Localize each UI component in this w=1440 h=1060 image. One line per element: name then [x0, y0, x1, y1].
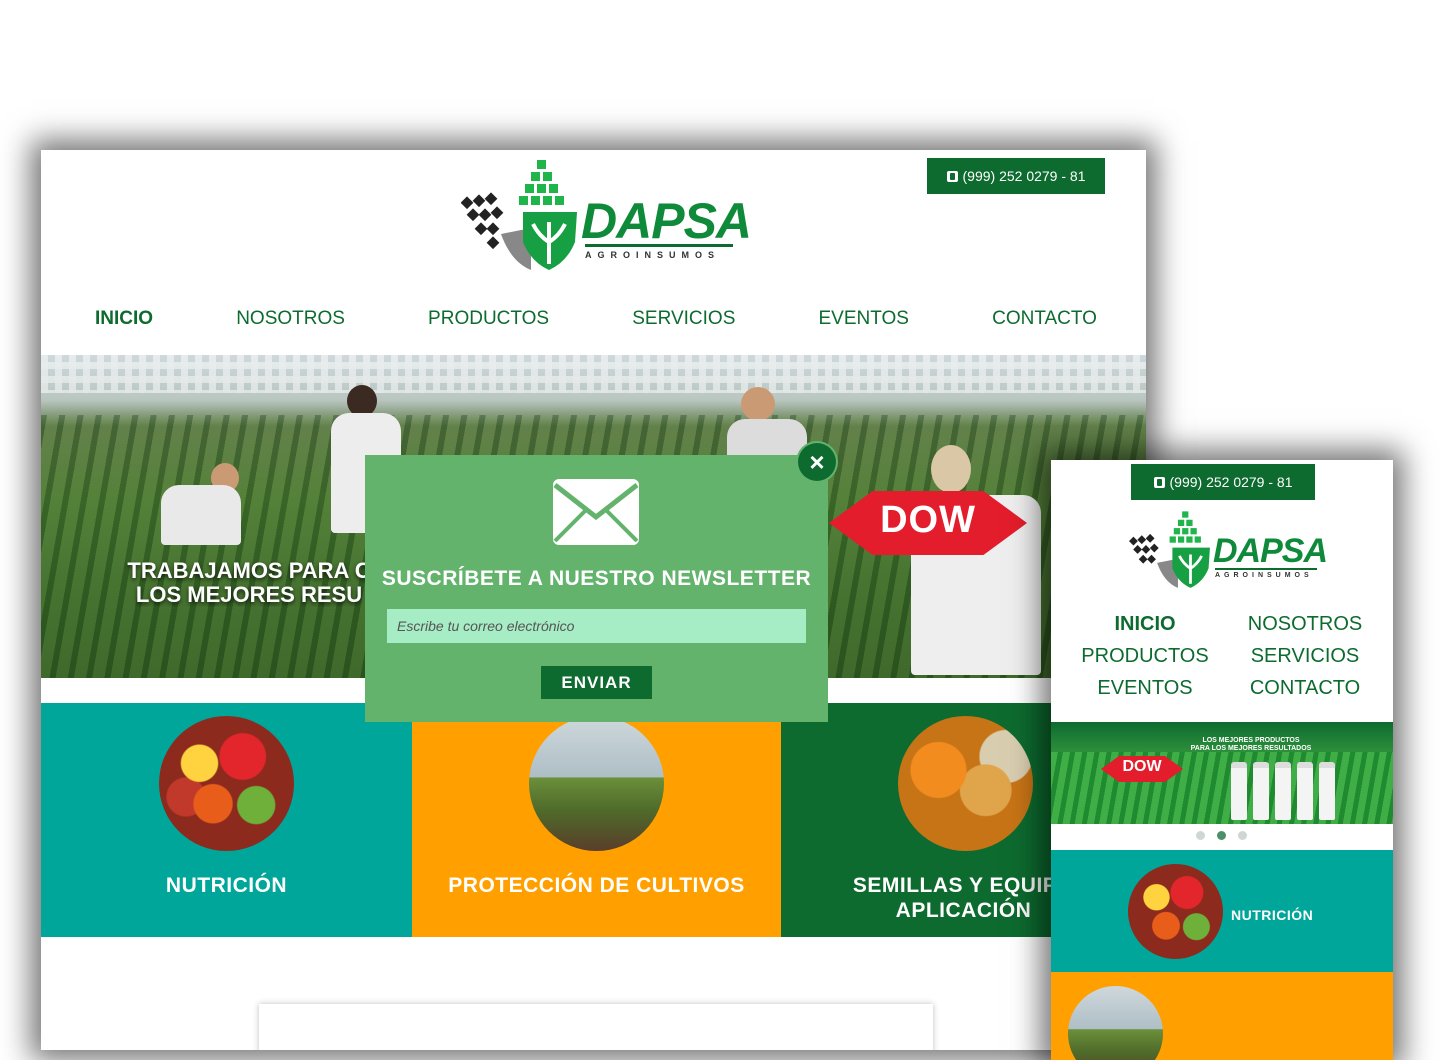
nav-item-inicio[interactable]: INICIO: [1065, 613, 1225, 636]
close-icon[interactable]: ×: [798, 443, 836, 481]
nav-item-inicio[interactable]: INICIO: [95, 308, 153, 330]
nav-item-contacto[interactable]: CONTACTO: [992, 308, 1097, 330]
mobile-hero-banner[interactable]: LOS MEJORES PRODUCTOS PARA LOS MEJORES R…: [1051, 722, 1393, 824]
hero-pixel-edge: [41, 355, 1146, 393]
carousel-dot-active[interactable]: [1217, 831, 1226, 840]
newsletter-title: SUSCRÍBETE A NUESTRO NEWSLETTER: [381, 567, 812, 590]
category-nutricion[interactable]: NUTRICIÓN: [41, 703, 412, 937]
seeds-image: [898, 716, 1033, 851]
phone-icon: [946, 170, 958, 182]
logo-mark-icon: [460, 160, 577, 270]
logo-wordmark: DAPSA: [1213, 532, 1328, 570]
email-input[interactable]: [387, 609, 806, 643]
logo-underline: [1215, 568, 1317, 570]
category-proteccion-de-cultivos[interactable]: PROTECCIÓN DE CULTIVOS: [412, 703, 781, 937]
dow-logo-text: DOW: [1122, 758, 1162, 775]
dapsa-logo[interactable]: DAPSA AGROINSUMOS: [460, 158, 752, 273]
phone-icon: [1153, 476, 1165, 488]
mobile-site-frame: (999) 252 0279 - 81 DAPSA AGROINSUMOS IN…: [1051, 460, 1393, 1060]
banner-text: LOS MEJORES PRODUCTOS PARA LOS MEJORES R…: [1190, 737, 1312, 752]
fruits-image: [1128, 864, 1223, 959]
product-bottles: [1231, 762, 1335, 820]
category-label: PROTECCIÓN DE CULTIVOS: [448, 874, 745, 897]
newsletter-popup: × SUSCRÍBETE A NUESTRO NEWSLETTER ENVIAR: [365, 443, 836, 722]
partners-card: [259, 1004, 933, 1050]
carousel-dot[interactable]: [1238, 831, 1247, 840]
logo-underline: [585, 244, 733, 247]
carousel-dots: [1196, 831, 1247, 840]
nav-item-servicios[interactable]: SERVICIOS: [632, 308, 735, 330]
phone-contact-button[interactable]: (999) 252 0279 - 81: [927, 158, 1105, 194]
mobile-category-proteccion[interactable]: [1051, 972, 1393, 1060]
dow-logo: DOW: [829, 491, 1027, 555]
logo-tagline: AGROINSUMOS: [1215, 572, 1313, 579]
envelope-icon: [553, 479, 639, 545]
nav-item-contacto[interactable]: CONTACTO: [1225, 677, 1385, 700]
main-navigation: INICIO NOSOTROS PRODUCTOS SERVICIOS EVEN…: [95, 308, 1097, 330]
category-label: NUTRICIÓN: [165, 874, 288, 897]
nav-item-productos[interactable]: PRODUCTOS: [428, 308, 549, 330]
submit-button[interactable]: ENVIAR: [541, 666, 652, 699]
logo-mark-icon: [1129, 511, 1210, 588]
mobile-category-nutricion[interactable]: NUTRICIÓN: [1051, 850, 1393, 972]
carousel-dot[interactable]: [1196, 831, 1205, 840]
nav-item-nosotros[interactable]: NOSOTROS: [236, 308, 345, 330]
nav-item-servicios[interactable]: SERVICIOS: [1225, 645, 1385, 668]
crop-sprout-image: [529, 716, 664, 851]
nav-item-eventos[interactable]: EVENTOS: [1065, 677, 1225, 700]
fruits-image: [159, 716, 294, 851]
category-label: NUTRICIÓN: [1231, 907, 1314, 923]
category-strip: NUTRICIÓN PROTECCIÓN DE CULTIVOS SEMILLA…: [41, 703, 1146, 937]
phone-number: (999) 252 0279 - 81: [1169, 474, 1293, 490]
nav-item-productos[interactable]: PRODUCTOS: [1065, 645, 1225, 668]
phone-number: (999) 252 0279 - 81: [962, 168, 1086, 184]
logo-tagline: AGROINSUMOS: [585, 250, 721, 260]
hero-title: TRABAJAMOS PARA C LOS MEJORES RESU: [127, 559, 371, 607]
nav-item-nosotros[interactable]: NOSOTROS: [1225, 613, 1385, 636]
crop-sprout-image: [1068, 986, 1163, 1060]
logo-wordmark: DAPSA: [581, 193, 752, 249]
mobile-dapsa-logo[interactable]: DAPSA AGROINSUMOS: [1129, 510, 1328, 590]
nav-item-eventos[interactable]: EVENTOS: [819, 308, 909, 330]
mobile-navigation: INICIO NOSOTROS PRODUCTOS SERVICIOS EVEN…: [1065, 613, 1385, 700]
mobile-phone-contact-button[interactable]: (999) 252 0279 - 81: [1131, 464, 1315, 500]
